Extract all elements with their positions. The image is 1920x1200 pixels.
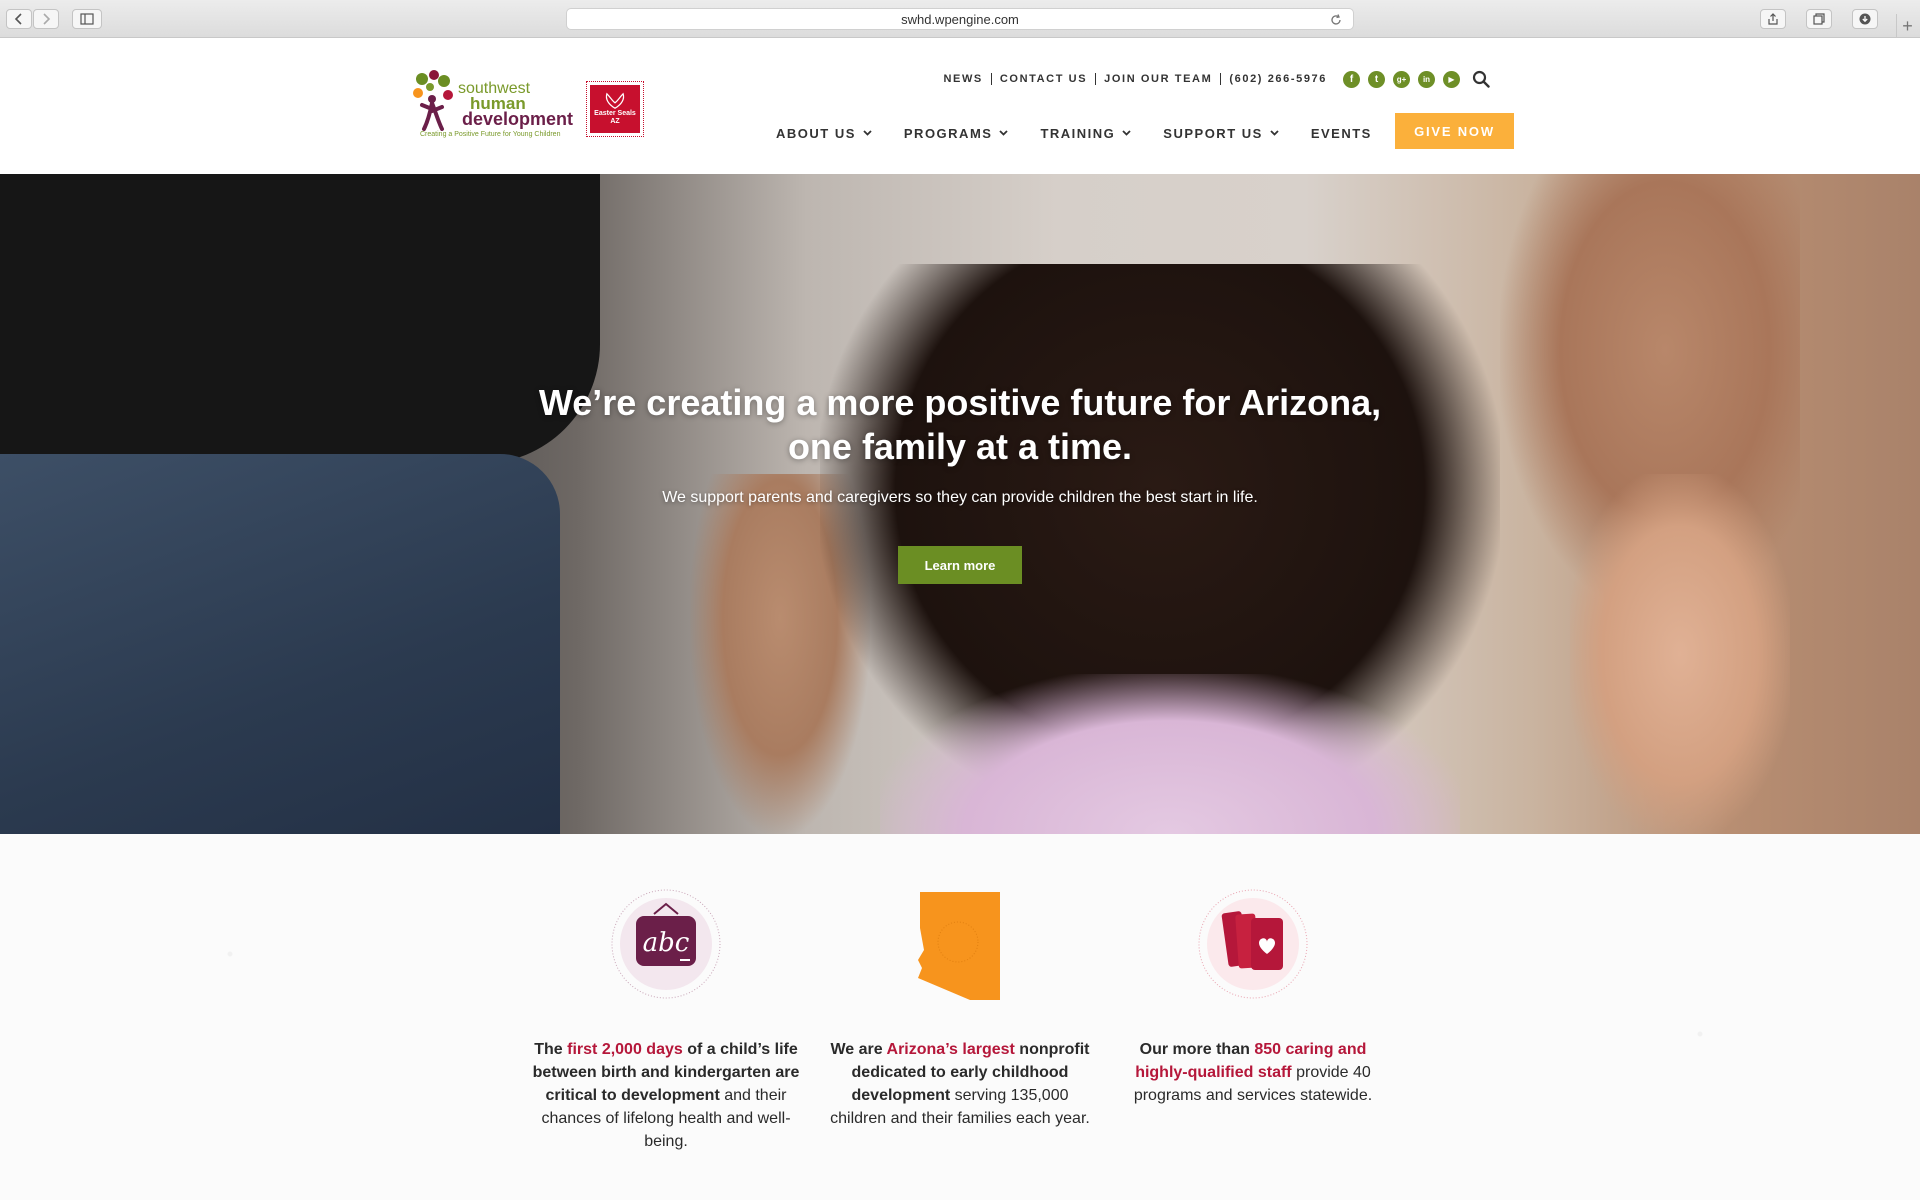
hero-title: We’re creating a more positive future fo… xyxy=(538,382,1382,467)
chevron-down-icon xyxy=(1122,130,1131,136)
youtube-icon[interactable]: ▶ xyxy=(1443,70,1460,88)
stat-text: We are Arizona’s largest nonprofit dedic… xyxy=(825,1038,1095,1130)
util-link-phone[interactable]: (602) 266-5976 xyxy=(1221,73,1335,85)
new-tab-button[interactable]: + xyxy=(1896,14,1918,38)
stat-highlight: first 2,000 days xyxy=(567,1041,683,1058)
reload-icon[interactable] xyxy=(1329,13,1343,27)
download-icon xyxy=(1859,13,1871,25)
sidebar-toggle-button[interactable] xyxy=(72,9,102,29)
stat-text: The first 2,000 days of a child’s life b… xyxy=(531,1038,801,1153)
linkedin-icon[interactable]: in xyxy=(1418,70,1435,88)
nav-item-programs[interactable]: PROGRAMS xyxy=(904,126,1009,141)
url-text: swhd.wpengine.com xyxy=(901,11,1019,27)
easter-seals-line1: Easter Seals xyxy=(594,110,636,118)
facebook-icon[interactable]: f xyxy=(1343,70,1360,88)
share-button[interactable] xyxy=(1760,9,1786,29)
swhd-logo[interactable]: southwest human development Creating a P… xyxy=(410,69,574,141)
easter-seals-logo[interactable]: Easter Seals AZ xyxy=(586,81,644,137)
back-button[interactable] xyxy=(6,9,32,29)
stat-text-part: The xyxy=(534,1041,568,1058)
arizona-map-icon xyxy=(918,892,1000,1000)
nav-item-support-us[interactable]: SUPPORT US xyxy=(1163,126,1279,141)
nav-item-label: EVENTS xyxy=(1310,125,1372,141)
forward-button[interactable] xyxy=(33,9,59,29)
stat-card-850-staff: Our more than 850 caring and highly-qual… xyxy=(1118,884,1388,1107)
give-now-button[interactable]: GIVE NOW xyxy=(1395,113,1514,149)
stat-icon-wrap xyxy=(900,884,1020,1004)
social-links: f t g+ in ▶ xyxy=(1343,70,1460,88)
nav-item-label: ABOUT US xyxy=(776,125,856,141)
downloads-button[interactable] xyxy=(1852,9,1878,29)
logo-tagline: Creating a Positive Future for Young Chi… xyxy=(420,131,561,138)
learn-more-button[interactable]: Learn more xyxy=(898,546,1022,584)
main-nav: ABOUT US PROGRAMS TRAINING SUPPORT US EV… xyxy=(776,113,1404,153)
chevron-down-icon xyxy=(999,130,1009,136)
abc-sign-text: abc xyxy=(643,928,690,958)
util-link-join-our-team[interactable]: JOIN OUR TEAM xyxy=(1096,73,1220,85)
share-icon xyxy=(1768,13,1778,25)
sidebar-icon xyxy=(80,13,94,25)
easter-seals-badge: Easter Seals AZ xyxy=(590,85,640,133)
nav-item-label: TRAINING xyxy=(1040,125,1116,141)
books-heart-icon xyxy=(1198,889,1308,999)
logo-word-development: development xyxy=(462,109,574,129)
stat-text-part: We are xyxy=(830,1041,887,1058)
utility-nav: NEWS CONTACT US JOIN OUR TEAM (602) 266-… xyxy=(935,69,1490,89)
stats-section: abc The first 2,000 days of a child’s li… xyxy=(0,834,1920,1200)
stat-card-arizona-largest: We are Arizona’s largest nonprofit dedic… xyxy=(825,884,1095,1130)
hero-subtitle: We support parents and caregivers so the… xyxy=(662,489,1258,506)
abc-sign-icon: abc xyxy=(611,889,721,999)
nav-item-events[interactable]: EVENTS xyxy=(1311,126,1372,141)
hero-banner: We’re creating a more positive future fo… xyxy=(0,174,1920,834)
nav-item-label: SUPPORT US xyxy=(1163,125,1263,141)
browser-toolbar: swhd.wpengine.com + xyxy=(0,0,1920,38)
util-link-contact-us[interactable]: CONTACT US xyxy=(992,73,1095,85)
stat-highlight: Arizona’s largest xyxy=(886,1041,1015,1058)
easter-seals-line2: AZ xyxy=(610,118,620,125)
tree-logo-icon xyxy=(413,70,453,131)
site-header: southwest human development Creating a P… xyxy=(0,39,1920,174)
stat-icon-wrap xyxy=(1193,884,1313,1004)
nav-item-label: PROGRAMS xyxy=(903,125,993,141)
search-icon[interactable] xyxy=(1472,70,1490,88)
address-bar[interactable]: swhd.wpengine.com xyxy=(566,8,1354,30)
stat-text: Our more than 850 caring and highly-qual… xyxy=(1118,1038,1388,1107)
stat-card-first-2000-days: abc The first 2,000 days of a child’s li… xyxy=(531,884,801,1153)
stat-icon-wrap: abc xyxy=(606,884,726,1004)
chevron-left-icon xyxy=(14,13,22,25)
hero-content: We’re creating a more positive future fo… xyxy=(0,174,1920,834)
chevron-down-icon xyxy=(863,130,872,136)
google-plus-icon[interactable]: g+ xyxy=(1393,70,1410,88)
lily-icon xyxy=(605,92,625,110)
stat-text-part: Our more than xyxy=(1139,1041,1255,1058)
twitter-icon[interactable]: t xyxy=(1368,70,1385,88)
nav-item-about-us[interactable]: ABOUT US xyxy=(776,126,872,141)
util-link-news[interactable]: NEWS xyxy=(935,73,990,85)
chevron-down-icon xyxy=(1270,130,1279,136)
tabs-button[interactable] xyxy=(1806,9,1832,29)
chevron-right-icon xyxy=(43,13,51,25)
tabs-icon xyxy=(1813,13,1825,25)
plus-icon: + xyxy=(1902,15,1913,36)
nav-item-training[interactable]: TRAINING xyxy=(1040,126,1131,141)
